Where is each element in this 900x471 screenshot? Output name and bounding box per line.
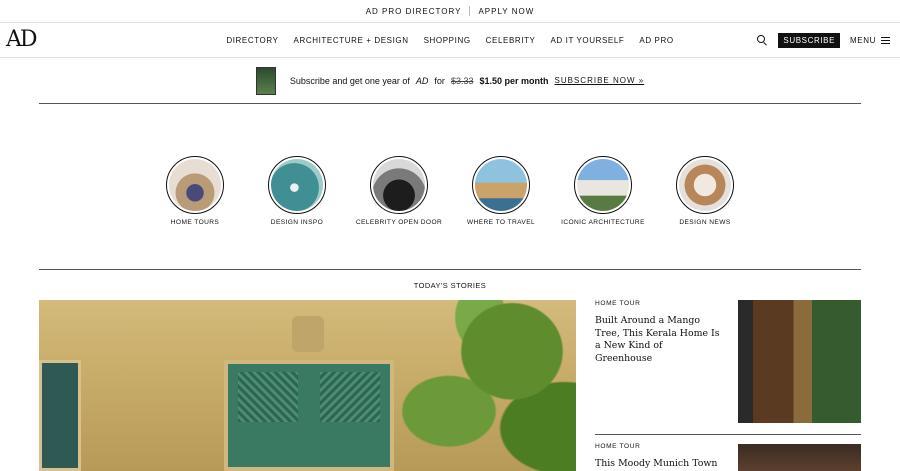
promo-old-price: $3.33	[450, 75, 474, 86]
category-label: CELEBRITY OPEN DOOR	[355, 219, 443, 226]
magazine-cover-thumbnail	[255, 66, 276, 95]
category-iconic-architecture[interactable]: ICONIC ARCHITECTURE	[561, 156, 645, 226]
story-title[interactable]: Built Around a Mango Tree, This Kerala H…	[595, 315, 721, 366]
story-title[interactable]: This Moody Munich Town	[595, 458, 721, 471]
nav-celebrity[interactable]: CELEBRITY	[486, 36, 536, 45]
category-label: WHERE TO TRAVEL	[466, 219, 536, 226]
subscribe-button[interactable]: SUBSCRIBE	[778, 32, 841, 48]
story-thumbnail[interactable]	[738, 444, 861, 471]
story-card[interactable]: HOME TOUR Built Around a Mango Tree, Thi…	[595, 300, 861, 434]
header-actions: SUBSCRIBE MENU	[756, 23, 890, 57]
category-label: HOME TOURS	[170, 219, 220, 226]
category-label: DESIGN INSPO	[270, 219, 324, 226]
promo-new-price: $1.50 per month	[479, 75, 549, 86]
ad-pro-directory-link[interactable]: AD PRO DIRECTORY	[366, 7, 462, 16]
menu-label: MENU	[850, 35, 876, 45]
hamburger-icon	[881, 36, 890, 44]
category-image	[676, 156, 734, 214]
category-home-tours[interactable]: HOME TOURS	[166, 156, 224, 226]
category-label: ICONIC ARCHITECTURE	[561, 219, 645, 226]
story-thumbnail[interactable]	[738, 300, 861, 423]
nav-architecture-design[interactable]: ARCHITECTURE + DESIGN	[294, 36, 409, 45]
category-image	[472, 156, 530, 214]
site-header: AD DIRECTORY ARCHITECTURE + DESIGN SHOPP…	[0, 22, 900, 58]
hero-ornament	[292, 316, 324, 352]
category-design-news[interactable]: DESIGN NEWS	[676, 156, 734, 226]
category-image	[370, 156, 428, 214]
promo-text: Subscribe and get one year of	[289, 75, 410, 86]
hero-door	[224, 360, 394, 471]
subscribe-now-link[interactable]: SUBSCRIBE NOW »	[555, 76, 645, 85]
nav-directory[interactable]: DIRECTORY	[226, 36, 278, 45]
apply-now-link[interactable]: APPLY NOW	[478, 7, 534, 16]
category-where-to-travel[interactable]: WHERE TO TRAVEL	[467, 156, 535, 226]
subscription-promo: Subscribe and get one year of AD for $3.…	[39, 58, 861, 104]
stories-section: HOME TOUR Built Around a Mango Tree, Thi…	[39, 300, 861, 471]
category-image	[166, 156, 224, 214]
menu-button[interactable]: MENU	[850, 36, 890, 45]
promo-brand: AD	[415, 75, 429, 86]
divider	[469, 6, 471, 16]
search-icon[interactable]	[756, 34, 768, 46]
hero-leaves	[386, 300, 576, 471]
category-design-inspo[interactable]: DESIGN INSPO	[268, 156, 326, 226]
hero-story-image[interactable]	[39, 300, 576, 471]
category-label: DESIGN NEWS	[679, 219, 731, 226]
story-card[interactable]: HOME TOUR This Moody Munich Town	[595, 434, 861, 471]
nav-ad-it-yourself[interactable]: AD IT YOURSELF	[551, 36, 625, 45]
category-celebrity-open-door[interactable]: CELEBRITY OPEN DOOR	[356, 156, 442, 226]
category-image	[268, 156, 326, 214]
nav-ad-pro[interactable]: AD PRO	[639, 36, 673, 45]
top-utility-bar: AD PRO DIRECTORY APPLY NOW	[0, 0, 900, 22]
category-carousel: HOME TOURS DESIGN INSPO CELEBRITY OPEN D…	[39, 104, 861, 270]
promo-for: for	[434, 75, 445, 86]
section-title: TODAY'S STORIES	[413, 280, 487, 290]
hero-window	[39, 360, 81, 471]
nav-shopping[interactable]: SHOPPING	[424, 36, 471, 45]
category-image	[574, 156, 632, 214]
